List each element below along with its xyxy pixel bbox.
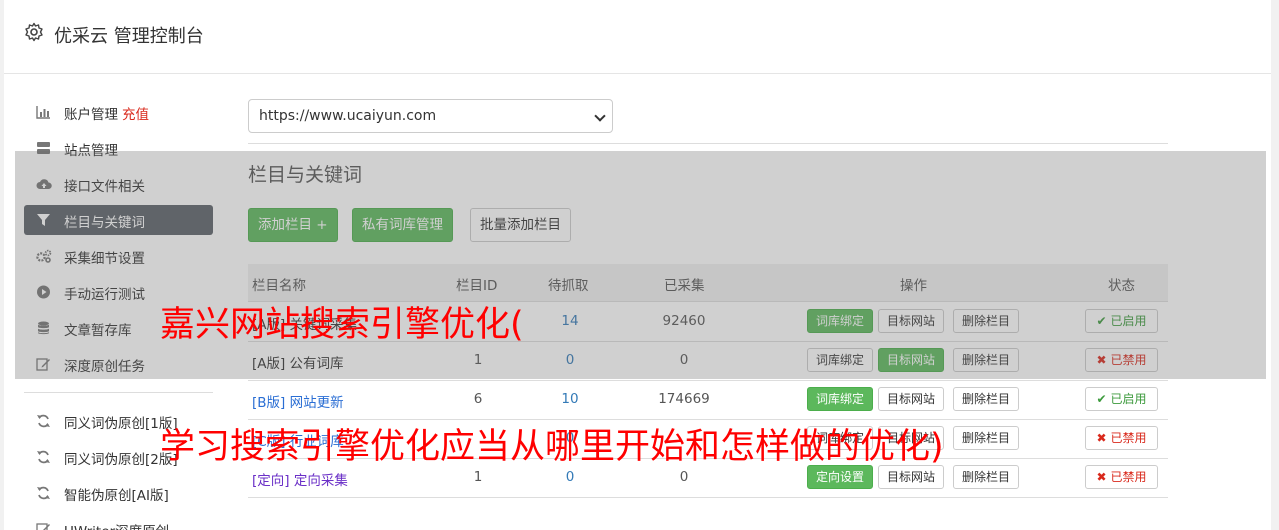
status-toggle[interactable]: ✖ 已禁用 — [1085, 426, 1158, 450]
refresh-icon — [36, 450, 51, 464]
status-toggle[interactable]: ✔ 已启用 — [1085, 387, 1158, 411]
overlay-headline-2: 学习搜索引擎优化应当从哪里开始和怎样做的优化) — [160, 427, 944, 467]
table-row: [B版] 网站更新 6 10 174669 词库绑定 目标网站 删除栏目 ✔ 已… — [248, 381, 1168, 420]
delete-column-button[interactable]: 删除栏目 — [953, 465, 1020, 489]
close-icon: ✖ — [1096, 431, 1107, 445]
delete-column-button[interactable]: 删除栏目 — [953, 426, 1020, 450]
site-select-value: https://www.ucaiyun.com — [259, 108, 437, 124]
sidebar-item-label: UWriter深度原创 — [64, 520, 169, 530]
column-id: 6 — [473, 391, 483, 407]
sidebar-item-account[interactable]: 账户管理 充值 — [24, 97, 213, 127]
sidebar-item-label: 账户管理 — [64, 107, 118, 123]
edit-icon — [36, 522, 51, 530]
refresh-icon — [36, 414, 51, 428]
gear-icon — [25, 22, 43, 42]
section-divider — [248, 143, 1168, 144]
overlay-headline-1: 嘉兴网站搜索引擎优化( — [160, 305, 524, 345]
pending-count: 0 — [565, 469, 575, 485]
chevron-down-icon — [594, 110, 606, 122]
page-header: 优采云 管理控制台 — [4, 0, 1271, 74]
sidebar-item-ai-original[interactable]: 智能伪原创[AI版] — [24, 478, 213, 508]
collected-count: 174669 — [658, 391, 710, 407]
check-icon: ✔ — [1096, 392, 1107, 406]
sidebar-item-label: 智能伪原创[AI版] — [64, 488, 169, 504]
recharge-link[interactable]: 充值 — [122, 107, 149, 123]
refresh-icon — [36, 486, 51, 500]
bar-chart-icon — [36, 105, 51, 119]
collected-count: 0 — [679, 469, 689, 485]
column-name[interactable]: [B版] 网站更新 — [252, 391, 344, 411]
status-toggle[interactable]: ✖ 已禁用 — [1085, 465, 1158, 489]
sidebar-item-uwriter[interactable]: UWriter深度原创 — [24, 514, 213, 530]
page-title: 优采云 管理控制台 — [54, 26, 204, 47]
pending-count: 10 — [561, 391, 579, 407]
close-icon: ✖ — [1096, 470, 1107, 484]
column-name[interactable]: [定向] 定向采集 — [252, 469, 348, 489]
site-select[interactable]: https://www.ucaiyun.com — [248, 99, 613, 133]
lexicon-bind-button[interactable]: 词库绑定 — [807, 387, 874, 411]
target-site-button[interactable]: 目标网站 — [878, 387, 945, 411]
delete-column-button[interactable]: 删除栏目 — [953, 387, 1020, 411]
column-id: 1 — [473, 469, 483, 485]
sidebar-divider — [24, 392, 213, 393]
